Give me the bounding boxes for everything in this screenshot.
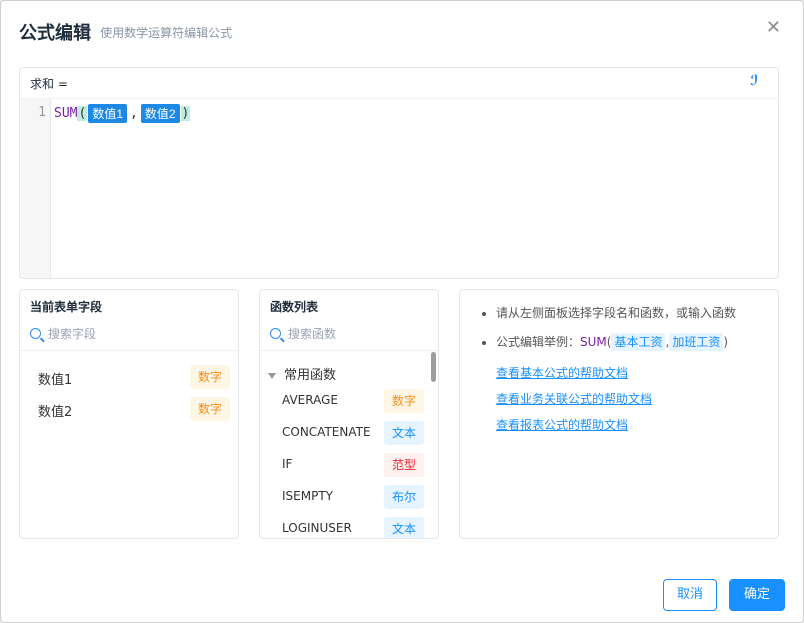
help-link-report[interactable]: 查看报表公式的帮助文档 <box>496 416 628 433</box>
field-token[interactable]: 数值2 <box>140 104 180 123</box>
function-search-input[interactable] <box>286 326 430 342</box>
field-item[interactable]: 数值2 数字 <box>38 397 230 421</box>
help-tip-example: 公式编辑举例：SUM(基本工资,加班工资) <box>496 333 736 351</box>
cancel-button[interactable]: 取消 <box>663 579 717 611</box>
search-icon <box>30 328 41 339</box>
function-item-name: AVERAGE <box>282 393 338 407</box>
type-badge: 数字 <box>189 365 230 389</box>
formula-code[interactable]: SUM ( 数值1 , 数值2 ) <box>54 104 191 123</box>
scrollbar[interactable] <box>431 352 436 382</box>
help-tip: 请从左侧面板选择字段名和函数，或输入函数 <box>496 304 736 321</box>
field-search <box>20 320 238 351</box>
function-item-name: LOGINUSER <box>282 521 352 535</box>
ok-button[interactable]: 确定 <box>729 579 785 611</box>
function-item[interactable]: AVERAGE 数字 <box>282 389 424 413</box>
functions-panel: 函数列表 常用函数 AVERAGE 数字 CONCATENATE 文本 IF 范… <box>259 289 439 539</box>
format-wand-icon[interactable]: ℐ <box>750 73 766 89</box>
comma: , <box>130 106 138 121</box>
function-item-name: IF <box>282 457 293 471</box>
example-arg: 基本工资 <box>611 333 666 351</box>
example-function: SUM <box>580 335 607 349</box>
line-number: 1 <box>38 105 46 120</box>
field-token[interactable]: 数值1 <box>88 104 127 123</box>
help-tips: 请从左侧面板选择字段名和函数，或输入函数 公式编辑举例：SUM(基本工资,加班工… <box>460 304 736 362</box>
dialog-title: 公式编辑 <box>19 23 91 44</box>
function-item[interactable]: ISEMPTY 布尔 <box>282 485 424 509</box>
formula-editor[interactable]: 求和 = ℐ 1 SUM ( 数值1 , 数值2 ) <box>19 67 779 279</box>
function-search <box>260 320 438 351</box>
function-item-name: CONCATENATE <box>282 425 371 439</box>
type-badge: 文本 <box>383 517 424 538</box>
example-arg: 加班工资 <box>669 333 724 351</box>
function-name: SUM <box>54 106 78 121</box>
search-icon <box>270 328 281 339</box>
dialog-header: 公式编辑 使用数学运算符编辑公式 ✕ <box>19 17 785 45</box>
function-group-header[interactable]: 常用函数 <box>268 364 336 383</box>
help-link-business[interactable]: 查看业务关联公式的帮助文档 <box>496 390 652 407</box>
fields-panel-title: 当前表单字段 <box>30 300 103 314</box>
type-badge: 文本 <box>383 421 424 445</box>
formula-label: 求和 = <box>30 77 68 91</box>
example-paren: ) <box>723 335 729 349</box>
type-badge: 数字 <box>383 389 424 413</box>
close-icon[interactable]: ✕ <box>766 17 781 38</box>
help-link-basic[interactable]: 查看基本公式的帮助文档 <box>496 364 628 381</box>
field-search-input[interactable] <box>46 326 230 342</box>
function-item[interactable]: CONCATENATE 文本 <box>282 421 424 445</box>
field-item-name: 数值2 <box>38 405 73 420</box>
field-item-name: 数值1 <box>38 373 73 388</box>
formula-dialog: 公式编辑 使用数学运算符编辑公式 ✕ 求和 = ℐ 1 SUM ( 数值1 , … <box>0 0 804 623</box>
field-item[interactable]: 数值1 数字 <box>38 365 230 389</box>
function-item[interactable]: LOGINUSER 文本 <box>282 517 424 538</box>
line-gutter: 1 <box>20 99 51 278</box>
function-group-label: 常用函数 <box>284 368 337 383</box>
open-paren: ( <box>77 106 88 121</box>
type-badge: 范型 <box>383 453 424 477</box>
caret-down-icon <box>268 372 276 379</box>
example-prefix: 公式编辑举例： <box>496 335 581 349</box>
function-item-name: ISEMPTY <box>282 489 333 503</box>
fields-panel: 当前表单字段 数值1 数字 数值2 数字 <box>19 289 239 539</box>
close-paren: ) <box>180 106 191 121</box>
type-badge: 数字 <box>189 397 230 421</box>
editor-header: 求和 = ℐ <box>20 68 778 99</box>
type-badge: 布尔 <box>383 485 424 509</box>
dialog-subtitle: 使用数学运算符编辑公式 <box>100 25 233 40</box>
functions-panel-title: 函数列表 <box>270 300 319 314</box>
function-item[interactable]: IF 范型 <box>282 453 424 477</box>
help-panel: 请从左侧面板选择字段名和函数，或输入函数 公式编辑举例：SUM(基本工资,加班工… <box>459 289 779 539</box>
